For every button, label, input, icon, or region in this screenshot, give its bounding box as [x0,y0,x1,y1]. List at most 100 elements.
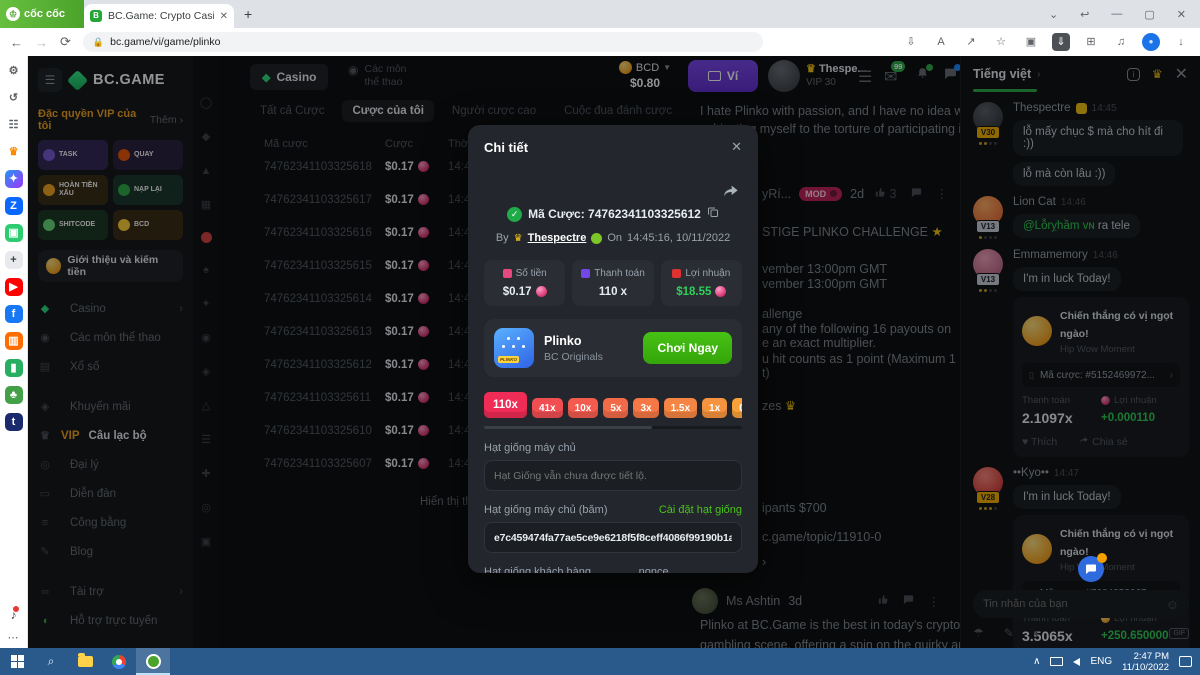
multiplier-chip[interactable]: 110x [484,392,527,418]
copy-icon[interactable] [707,205,719,223]
amount-icon [503,269,512,278]
payout-icon [581,269,590,278]
multiplier-chip[interactable]: 5x [603,398,628,418]
crown-icon: ♛ [514,233,523,244]
coccoc-taskbar-icon[interactable] [136,648,170,675]
toolbar-icon[interactable]: ♫ [1112,33,1130,51]
browser-sidebar-icon[interactable]: ↺ [5,89,23,107]
brand-label: cốc cốc [24,8,65,20]
tab-strip: ♔ cốc cốc B BC.Game: Crypto Casino Gan ✕… [0,0,1200,28]
toolbar-icon[interactable]: A [932,33,950,51]
tab-title: BC.Game: Crypto Casino Gan [108,10,214,22]
volume-icon[interactable] [1073,658,1080,666]
server-seed-input[interactable] [494,470,732,482]
server-seed-field[interactable] [484,460,742,491]
network-icon[interactable] [1050,657,1063,666]
file-explorer-icon[interactable] [68,648,102,675]
profit-icon [672,269,681,278]
notifications-bell-icon[interactable]: ♪ [11,608,17,622]
share-icon[interactable] [722,183,740,204]
chrome-icon[interactable] [102,648,136,675]
modal-title: Chi tiết [484,140,731,155]
back-button[interactable]: ← [10,35,23,50]
plinko-game-icon[interactable]: PLINKO [494,328,534,368]
address-bar[interactable]: 🔒 bc.game/vi/game/plinko [83,32,763,52]
browser-sidebar-icon[interactable]: ▮ [5,359,23,377]
browser-toolbar: ← → ⟳ 🔒 bc.game/vi/game/plinko ⇩ A ↗ ☆ ▣ ⇓ ⊞ ♫ ●… [0,28,1200,56]
multiplier-chip[interactable]: 3x [633,398,658,418]
chat-widget-bubble[interactable] [1078,556,1104,582]
stat-value: 110 x [576,286,649,298]
multiplier-chip[interactable]: 41x [532,398,563,418]
browser-sidebar-icon[interactable]: ♛ [5,143,23,161]
server-seed-hash-input[interactable] [494,532,732,544]
browser-sidebar-icon[interactable]: f [5,305,23,323]
browser-sidebar-icon[interactable]: ⚙ [5,62,23,80]
window-close-button[interactable]: ✕ [1177,8,1186,21]
browser-sidebar-icon[interactable]: t [5,413,23,431]
toolbar-icon[interactable]: ↗ [962,33,980,51]
multiplier-chip[interactable]: 10x [568,398,599,418]
browser-sidebar-icon[interactable]: ♣ [5,386,23,404]
start-button[interactable] [0,648,34,675]
clock[interactable]: 2:47 PM 11/10/2022 [1122,651,1169,673]
browser-sidebar-icon[interactable]: Z [5,197,23,215]
stat-value: $0.17 [488,286,561,298]
toolbar-icon[interactable]: ⇩ [902,33,920,51]
modal-close-icon[interactable]: ✕ [731,139,742,155]
stat-box: Số tiền$0.17 [484,260,565,306]
browser-sidebar-icon[interactable]: ▶ [5,278,23,296]
toolbar-icon[interactable]: ● [1142,33,1160,51]
bet-details-modal: Chi tiết ✕ ✓ Mã Cược: 74762341103325612 … [468,125,758,573]
multiplier-chip[interactable]: 0.5x [732,398,742,418]
browser-sidebar: ⚙ ↺ ☷ ♛ ✦ Z ▣ + ▶ f ▥ ▮ ♣ t ♪ ⋯ [0,56,28,648]
bcgame-app: ☰ BC.GAME Đặc quyền VIP của tôi Thêm › T… [28,56,1200,648]
browser-sidebar-icon[interactable]: ▥ [5,332,23,350]
browser-sidebar-icon[interactable]: + [5,251,23,269]
browser-sidebar-icon[interactable]: ✦ [5,170,23,188]
stat-box: Thanh toán110 x [572,260,653,306]
client-seed-label: Hạt giống khách hàng [484,566,591,573]
action-center-icon[interactable] [1179,656,1192,667]
stat-box: Lợi nhuận$18.55 [661,260,742,306]
chips-scrollbar[interactable] [484,426,742,429]
tray-expand-icon[interactable]: ∧ [1033,656,1040,667]
bet-datetime: 14:45:16, 10/11/2022 [627,232,730,244]
window-maximize-button[interactable]: ▢ [1144,8,1154,21]
coccoc-logo-icon: ♔ [6,7,20,21]
windows-taskbar: ⌕ ∧ ENG 2:47 PM 11/10/2022 [0,648,1200,675]
browser-sidebar-icon[interactable]: ▣ [5,224,23,242]
tab-search-icon[interactable]: ⌄ [1049,8,1058,21]
taskbar-search-icon[interactable]: ⌕ [34,648,68,675]
new-tab-button[interactable]: + [244,6,252,22]
server-seed-hash-field[interactable] [484,522,742,553]
toolbar-icon[interactable]: ⇓ [1052,33,1070,51]
url-text[interactable]: bc.game/vi/game/plinko [110,36,220,48]
browser-sidebar-icon[interactable]: ☷ [5,116,23,134]
reopen-tab-icon[interactable]: ↩ [1080,8,1089,21]
tab-close-icon[interactable]: ✕ [220,11,228,22]
coccoc-brand[interactable]: ♔ cốc cốc [0,0,84,28]
game-name: Plinko [544,334,603,348]
window-minimize-button[interactable]: — [1111,8,1122,20]
bettor-username-link[interactable]: Thespectre [528,232,587,244]
reload-button[interactable]: ⟳ [60,34,71,50]
server-seed-label: Hạt giống máy chủ [484,442,576,454]
sidebar-more-icon[interactable]: ⋯ [8,631,20,644]
nonce-label: nonce [639,566,669,573]
stat-value: $18.55 [665,286,738,298]
multiplier-chip[interactable]: 1.5x [664,398,697,418]
play-now-button[interactable]: Chơi Ngay [643,332,732,364]
toolbar-icon[interactable]: ▣ [1022,33,1040,51]
lock-icon: 🔒 [93,37,104,48]
toolbar-icon[interactable]: ↓ [1172,33,1190,51]
seed-settings-link[interactable]: Cài đặt hạt giống [659,504,742,516]
bcd-coin-icon [536,286,547,297]
toolbar-icon[interactable]: ☆ [992,33,1010,51]
browser-tab[interactable]: B BC.Game: Crypto Casino Gan ✕ [84,4,234,28]
language-indicator[interactable]: ENG [1090,656,1112,667]
forward-button[interactable]: → [35,35,48,50]
multiplier-chip[interactable]: 1x [702,398,727,418]
toolbar-icon[interactable]: ⊞ [1082,33,1100,51]
verified-check-icon: ✓ [507,207,522,222]
